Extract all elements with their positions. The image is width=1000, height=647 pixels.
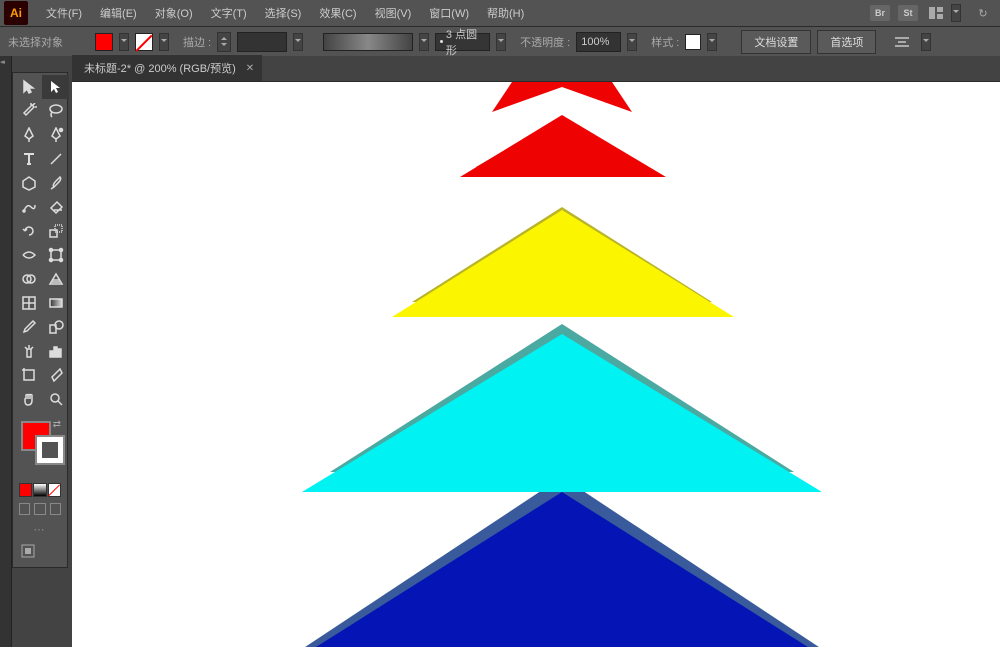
type-tool[interactable] bbox=[15, 147, 42, 171]
curvature-tool[interactable] bbox=[42, 123, 69, 147]
rectangle-tool[interactable] bbox=[15, 171, 42, 195]
align-dropdown[interactable] bbox=[921, 33, 931, 51]
opacity-dropdown[interactable] bbox=[627, 33, 637, 51]
opacity-label: 不透明度 : bbox=[520, 34, 570, 50]
menu-object[interactable]: 对象(O) bbox=[147, 2, 201, 24]
arrange-dropdown[interactable] bbox=[951, 4, 961, 22]
stroke-color-swatch[interactable] bbox=[135, 33, 153, 51]
brush-dropdown[interactable] bbox=[496, 33, 506, 51]
color-mode-gradient[interactable] bbox=[33, 483, 46, 497]
tool-options-icon[interactable]: ⋯ bbox=[15, 519, 65, 540]
workspace: ⇄ ⋯ 未标题-2* @ 200% (RGB/预览) ✕ bbox=[0, 56, 1000, 647]
gradient-tool[interactable] bbox=[42, 291, 69, 315]
stroke-weight-dropdown[interactable] bbox=[293, 33, 303, 51]
menu-edit[interactable]: 编辑(E) bbox=[92, 2, 145, 24]
free-transform-tool[interactable] bbox=[42, 243, 69, 267]
stroke-label: 描边 : bbox=[183, 34, 211, 50]
stock-icon[interactable]: St bbox=[898, 5, 918, 21]
artboard-tool[interactable] bbox=[15, 363, 42, 387]
close-tab-icon[interactable]: ✕ bbox=[246, 63, 254, 74]
menu-file[interactable]: 文件(F) bbox=[38, 2, 90, 24]
magic-wand-tool[interactable] bbox=[15, 99, 42, 123]
brush-preview-dropdown[interactable] bbox=[419, 33, 429, 51]
fill-color-swatch[interactable] bbox=[95, 33, 113, 51]
menu-window[interactable]: 窗口(W) bbox=[421, 2, 477, 24]
line-tool[interactable] bbox=[42, 147, 69, 171]
menu-select[interactable]: 选择(S) bbox=[257, 2, 310, 24]
menu-help[interactable]: 帮助(H) bbox=[479, 2, 532, 24]
slice-tool[interactable] bbox=[42, 363, 69, 387]
eyedropper-tool[interactable] bbox=[15, 315, 42, 339]
stroke-weight-stepper[interactable] bbox=[217, 32, 231, 52]
sync-icon[interactable]: ↻ bbox=[973, 5, 993, 21]
blend-tool[interactable] bbox=[42, 315, 69, 339]
lasso-tool[interactable] bbox=[42, 99, 69, 123]
shaper-tool[interactable] bbox=[15, 195, 42, 219]
scale-tool[interactable] bbox=[42, 219, 69, 243]
stroke-color-box[interactable] bbox=[35, 435, 65, 465]
direct-selection-tool[interactable] bbox=[42, 75, 69, 99]
document-tab-title: 未标题-2* @ 200% (RGB/预览) bbox=[84, 60, 236, 76]
hand-tool[interactable] bbox=[15, 387, 42, 411]
tools-panel: ⇄ ⋯ bbox=[12, 72, 68, 568]
draw-normal[interactable] bbox=[19, 503, 30, 515]
align-icon[interactable] bbox=[892, 34, 912, 50]
perspective-grid-tool[interactable] bbox=[42, 267, 69, 291]
menu-bar: Ai 文件(F) 编辑(E) 对象(O) 文字(T) 选择(S) 效果(C) 视… bbox=[0, 0, 1000, 26]
canvas[interactable] bbox=[72, 82, 1000, 647]
artwork-pyramid bbox=[72, 82, 1000, 647]
app-logo[interactable]: Ai bbox=[4, 1, 28, 25]
zoom-tool[interactable] bbox=[42, 387, 69, 411]
style-dropdown[interactable] bbox=[707, 33, 717, 51]
control-bar: 未选择对象 描边 : 3 点圆形 不透明度 : 样式 : 文档设置 首选项 bbox=[0, 26, 1000, 56]
draw-modes bbox=[15, 499, 65, 519]
selection-tool[interactable] bbox=[15, 75, 42, 99]
color-mode-swatches bbox=[15, 481, 65, 499]
rotate-tool[interactable] bbox=[15, 219, 42, 243]
preferences-button[interactable]: 首选项 bbox=[817, 30, 876, 54]
left-panel-dock[interactable] bbox=[0, 56, 12, 647]
swap-colors-icon[interactable]: ⇄ bbox=[53, 419, 61, 430]
menu-view[interactable]: 视图(V) bbox=[367, 2, 420, 24]
width-tool[interactable] bbox=[15, 243, 42, 267]
stroke-weight-input[interactable] bbox=[237, 32, 287, 52]
paintbrush-tool[interactable] bbox=[42, 171, 69, 195]
brush-preview[interactable] bbox=[323, 33, 413, 51]
color-picker-section: ⇄ bbox=[15, 419, 65, 477]
selection-status: 未选择对象 bbox=[8, 34, 63, 50]
doc-setup-button[interactable]: 文档设置 bbox=[741, 30, 811, 54]
fill-dropdown[interactable] bbox=[119, 33, 129, 51]
color-mode-none[interactable] bbox=[48, 483, 61, 497]
edit-toolbar-icon[interactable] bbox=[15, 540, 65, 565]
menu-effect[interactable]: 效果(C) bbox=[311, 2, 364, 24]
symbol-sprayer-tool[interactable] bbox=[15, 339, 42, 363]
stroke-dropdown[interactable] bbox=[159, 33, 169, 51]
document-tab[interactable]: 未标题-2* @ 200% (RGB/预览) ✕ bbox=[72, 54, 262, 81]
draw-inside[interactable] bbox=[50, 503, 61, 515]
eraser-tool[interactable] bbox=[42, 195, 69, 219]
shape-builder-tool[interactable] bbox=[15, 267, 42, 291]
color-mode-solid[interactable] bbox=[19, 483, 32, 497]
mesh-tool[interactable] bbox=[15, 291, 42, 315]
menu-type[interactable]: 文字(T) bbox=[203, 2, 255, 24]
opacity-input[interactable] bbox=[576, 32, 621, 52]
pen-tool[interactable] bbox=[15, 123, 42, 147]
bridge-icon[interactable]: Br bbox=[870, 5, 890, 21]
brush-definition[interactable]: 3 点圆形 bbox=[435, 33, 490, 51]
column-graph-tool[interactable] bbox=[42, 339, 69, 363]
arrange-docs-icon[interactable] bbox=[926, 5, 946, 21]
draw-behind[interactable] bbox=[34, 503, 45, 515]
document-tab-bar: 未标题-2* @ 200% (RGB/预览) ✕ bbox=[72, 56, 1000, 82]
style-label: 样式 : bbox=[651, 34, 679, 50]
graphic-style-swatch[interactable] bbox=[685, 34, 701, 50]
